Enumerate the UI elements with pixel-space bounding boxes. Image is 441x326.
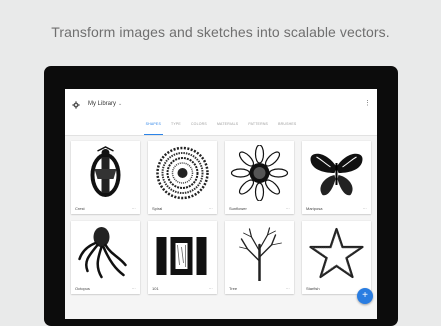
tree-image — [239, 227, 282, 281]
more-options-icon[interactable]: ⋯ — [363, 206, 367, 211]
spiral-image — [156, 146, 209, 200]
card-label: Octopus — [75, 286, 90, 291]
card-label: Spiral — [152, 206, 163, 211]
more-options-icon[interactable]: ⋯ — [286, 206, 290, 211]
crest-image — [90, 146, 121, 197]
card-label: Sunflower — [229, 206, 247, 211]
starfish-image — [309, 227, 364, 279]
card-label: 101 — [152, 286, 159, 291]
card-label: Starfish — [306, 286, 320, 291]
octopus-image — [78, 227, 127, 279]
shape-card-starfish[interactable]: Starfish ⋯ — [302, 221, 371, 294]
card-label: Tree — [229, 286, 238, 291]
shape-card-101[interactable]: 101 ⋯ — [148, 221, 217, 294]
shape-card-tree[interactable]: Tree ⋯ — [225, 221, 294, 294]
tab-patterns[interactable]: PATTERNS — [246, 121, 270, 135]
add-button[interactable]: + — [357, 288, 373, 304]
app-bar: My Library ⌄ ⋮ SHAPES TYPE COLORS MATERI… — [65, 89, 377, 136]
shape-card-octopus[interactable]: Octopus ⋯ — [71, 221, 140, 294]
shape-card-mariposa[interactable]: Mariposa ⋯ — [302, 141, 371, 214]
butterfly-image — [310, 153, 363, 196]
tab-brushes[interactable]: BRUSHES — [276, 121, 298, 135]
more-options-icon[interactable]: ⋯ — [132, 206, 136, 211]
library-title[interactable]: My Library — [88, 101, 116, 107]
tab-shapes[interactable]: SHAPES — [143, 121, 164, 135]
shape-card-crest[interactable]: Crest ⋯ — [71, 141, 140, 214]
more-options-icon[interactable]: ⋯ — [132, 286, 136, 291]
overflow-menu-icon[interactable]: ⋮ — [364, 100, 371, 107]
tab-materials[interactable]: MATERIALS — [215, 121, 240, 135]
sunflower-image — [230, 145, 289, 201]
101-image — [156, 237, 207, 275]
headline: Transform images and sketches into scala… — [51, 24, 390, 40]
chevron-down-icon[interactable]: ⌄ — [118, 101, 122, 107]
card-label: Crest — [75, 206, 85, 211]
more-options-icon[interactable]: ⋯ — [209, 206, 213, 211]
more-options-icon[interactable]: ⋯ — [209, 286, 213, 291]
app-screen: My Library ⌄ ⋮ SHAPES TYPE COLORS MATERI… — [65, 89, 377, 319]
shape-card-spiral[interactable]: Spiral ⋯ — [148, 141, 217, 214]
tab-type[interactable]: TYPE — [169, 121, 183, 135]
more-options-icon[interactable]: ⋯ — [286, 286, 290, 291]
shape-card-sunflower[interactable]: Sunflower ⋯ — [225, 141, 294, 214]
card-label: Mariposa — [306, 206, 323, 211]
tab-colors[interactable]: COLORS — [189, 121, 209, 135]
category-tabs: SHAPES TYPE COLORS MATERIALS PATTERNS BR… — [65, 121, 377, 135]
gear-icon[interactable] — [72, 101, 80, 109]
